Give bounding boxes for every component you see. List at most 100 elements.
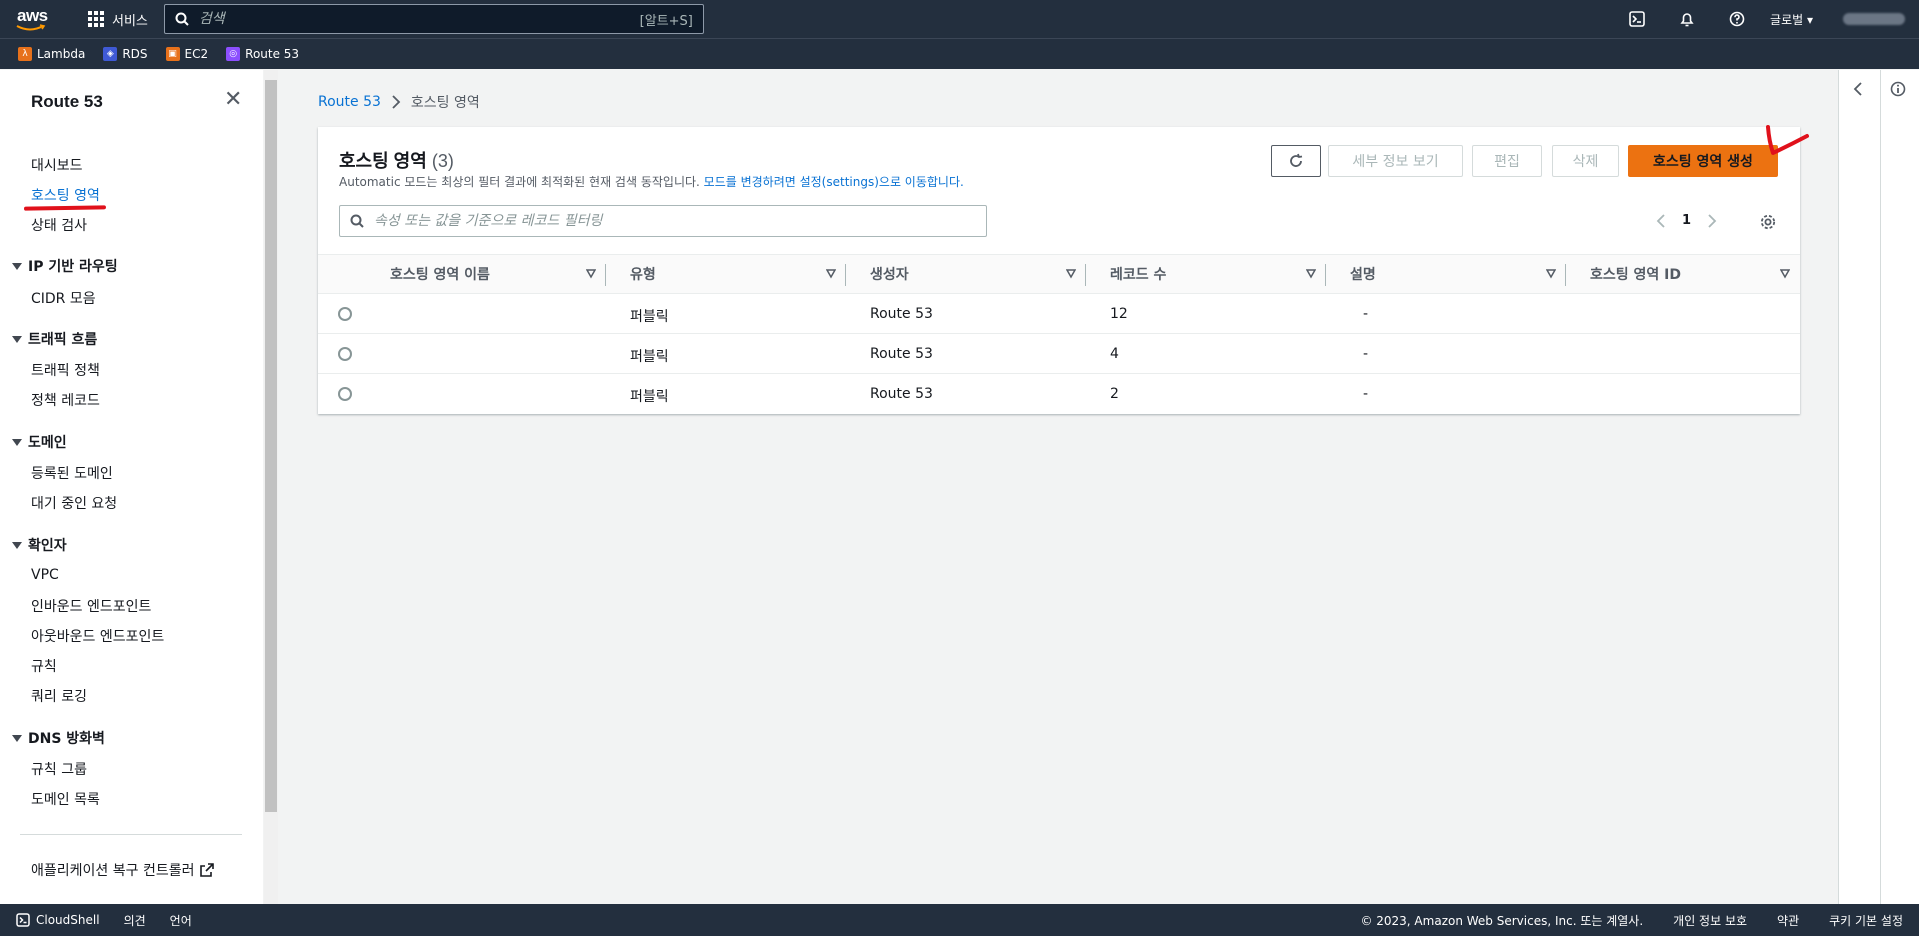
cloudshell-button[interactable]: CloudShell [16, 913, 100, 927]
sidebar-item-traffic-policy[interactable]: 트래픽 정책 [31, 360, 100, 380]
sidebar-divider [20, 834, 242, 835]
sidebar-section-ip-routing[interactable]: IP 기반 라우팅 [12, 256, 118, 276]
language-link[interactable]: 언어 [170, 912, 192, 929]
sidebar-section-domains[interactable]: 도메인 [12, 432, 67, 452]
panel-description-text: Automatic 모드는 최상의 필터 결과에 최적화된 현재 검색 동작입니… [339, 175, 704, 189]
search-shortcut-hint: [알트+S] [639, 13, 693, 29]
breadcrumb-route53-link[interactable]: Route 53 [318, 94, 381, 110]
chevron-right-icon[interactable] [1707, 213, 1717, 228]
aws-smile-icon [16, 24, 46, 31]
page-number[interactable]: 1 [1682, 213, 1691, 228]
chevron-left-icon[interactable] [1852, 81, 1864, 97]
sort-icon [586, 269, 596, 279]
column-header-record-count[interactable]: 레코드 수 [1086, 255, 1326, 293]
preferences-gear-icon[interactable] [1759, 213, 1777, 235]
lambda-icon: λ [18, 47, 32, 61]
column-label: 호스팅 영역 이름 [390, 267, 490, 283]
terms-link[interactable]: 약관 [1777, 912, 1799, 929]
sidebar-section-resolver[interactable]: 확인자 [12, 535, 67, 555]
table-select-column [318, 255, 366, 293]
sidebar-item-inbound-endpoints[interactable]: 인바운드 엔드포인트 [31, 596, 151, 616]
copyright-text: © 2023, Amazon Web Services, Inc. 또는 계열사… [1360, 913, 1644, 928]
info-icon[interactable] [1890, 81, 1906, 97]
cell-record-count: 12 [1110, 306, 1128, 322]
row-select-radio[interactable] [338, 347, 352, 361]
sidebar-item-cidr[interactable]: CIDR 모음 [31, 288, 96, 308]
sidebar-item-registered-domains[interactable]: 등록된 도메인 [31, 463, 113, 483]
table-row[interactable]: 퍼블릭 Route 53 4 - [318, 334, 1800, 374]
edit-button[interactable]: 편집 [1472, 145, 1542, 177]
aws-logo[interactable]: aws [14, 0, 78, 38]
sidebar-item-rule-groups[interactable]: 규칙 그룹 [31, 759, 87, 779]
help-icon[interactable] [1712, 0, 1762, 38]
favorite-ec2[interactable]: ▣ EC2 [165, 47, 209, 61]
sort-icon [1780, 269, 1790, 279]
sidebar-item-rules[interactable]: 규칙 [31, 656, 57, 676]
sidebar-item-policy-records[interactable]: 정책 레코드 [31, 390, 100, 410]
breadcrumb-current: 호스팅 영역 [410, 95, 480, 111]
notifications-bell-icon[interactable] [1662, 0, 1712, 38]
sidebar-item-outbound-endpoints[interactable]: 아웃바운드 엔드포인트 [31, 626, 164, 646]
sidebar-section-traffic-flow[interactable]: 트래픽 흐름 [12, 329, 97, 349]
sidebar-section-label: IP 기반 라우팅 [28, 259, 118, 275]
sidebar-item-domain-lists[interactable]: 도메인 목록 [31, 789, 100, 809]
caret-down-icon [12, 438, 22, 446]
services-menu-button[interactable]: 서비스 [80, 0, 156, 38]
aws-logo-text: aws [17, 6, 48, 25]
sidebar-item-hosted-zones[interactable]: 호스팅 영역 [31, 185, 100, 205]
caret-down-icon [12, 262, 22, 270]
create-hosted-zone-button[interactable]: 호스팅 영역 생성 [1628, 145, 1778, 177]
row-select-radio[interactable] [338, 307, 352, 321]
cloudshell-icon[interactable] [1612, 0, 1662, 38]
filter-input[interactable] [374, 213, 976, 229]
column-header-creator[interactable]: 생성자 [846, 255, 1086, 293]
table-row[interactable]: 퍼블릭 Route 53 2 - [318, 374, 1800, 414]
record-filter[interactable] [339, 205, 987, 237]
global-search-input[interactable] [198, 11, 640, 27]
column-header-type[interactable]: 유형 [606, 255, 846, 293]
column-header-description[interactable]: 설명 [1326, 255, 1566, 293]
sidebar-section-label: 트래픽 흐름 [28, 332, 98, 348]
pagination: 1 [1656, 213, 1717, 228]
account-menu[interactable] [1843, 13, 1905, 25]
chevron-left-icon[interactable] [1656, 213, 1666, 228]
favorite-route53[interactable]: ◎ Route 53 [226, 47, 299, 61]
sidebar-item-pending-requests[interactable]: 대기 중인 요청 [31, 493, 117, 513]
page-title: 호스팅 영역 (3) [339, 147, 454, 173]
sidebar-title: Route 53 [31, 92, 103, 111]
breadcrumb: Route 53 호스팅 영역 [318, 92, 480, 112]
close-icon[interactable]: ✕ [224, 89, 242, 111]
global-search[interactable]: [알트+S] [163, 4, 704, 34]
cell-description: - [1363, 386, 1369, 402]
table-header: 호스팅 영역 이름 유형 생성자 레코드 수 설명 호스팅 영역 ID [318, 254, 1800, 294]
favorite-rds[interactable]: ◈ RDS [103, 47, 148, 61]
column-label: 레코드 수 [1110, 267, 1167, 283]
column-header-zone-id[interactable]: 호스팅 영역 ID [1566, 255, 1800, 293]
privacy-link[interactable]: 개인 정보 보호 [1673, 912, 1747, 929]
region-selector[interactable]: 글로벌 ▾ [1770, 11, 1813, 28]
sidebar-item-health-checks[interactable]: 상태 검사 [31, 215, 87, 235]
favorite-lambda[interactable]: λ Lambda [18, 47, 85, 61]
column-label: 호스팅 영역 ID [1590, 267, 1681, 283]
cell-type: 퍼블릭 [630, 389, 669, 405]
sidebar-section-dns-firewall[interactable]: DNS 방화벽 [12, 728, 105, 748]
sidebar-item-dashboard[interactable]: 대시보드 [31, 155, 83, 175]
table-row[interactable]: 퍼블릭 Route 53 12 - [318, 294, 1800, 334]
sidebar-item-arc[interactable]: 애플리케이션 복구 컨트롤러 [31, 860, 215, 880]
sidebar-scrollbar-thumb[interactable] [265, 80, 277, 812]
cookie-preferences-link[interactable]: 쿠키 기본 설정 [1829, 912, 1903, 929]
sidebar-item-query-logging[interactable]: 쿼리 로깅 [31, 686, 87, 706]
settings-link[interactable]: 모드를 변경하려면 설정(settings)으로 이동합니다. [704, 175, 964, 189]
sidebar-item-vpc[interactable]: VPC [31, 567, 59, 583]
chevron-right-icon [392, 95, 401, 109]
feedback-link[interactable]: 의견 [124, 912, 146, 929]
row-select-radio[interactable] [338, 387, 352, 401]
refresh-button[interactable] [1271, 145, 1321, 177]
view-details-button[interactable]: 세부 정보 보기 [1328, 145, 1463, 177]
column-header-name[interactable]: 호스팅 영역 이름 [366, 255, 606, 293]
delete-button[interactable]: 삭제 [1552, 145, 1619, 177]
rail-divider [1880, 70, 1881, 904]
favorite-label: EC2 [184, 47, 209, 61]
cell-record-count: 2 [1110, 386, 1119, 402]
caret-down-icon [12, 541, 22, 549]
